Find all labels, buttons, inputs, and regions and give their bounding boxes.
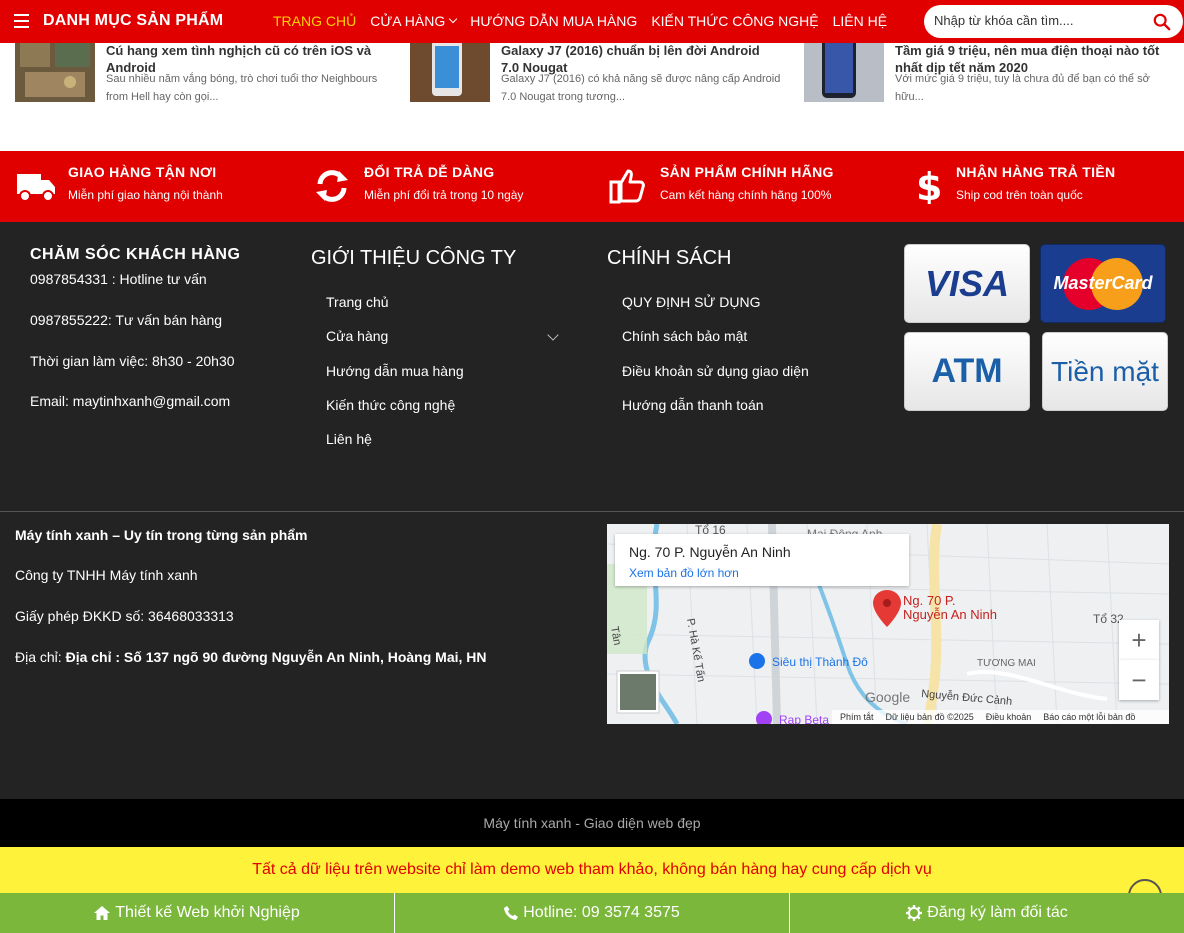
- service-delivery: GIAO HÀNG TẬN NƠI Miễn phí giao hàng nội…: [0, 151, 296, 222]
- search-box: [924, 5, 1183, 38]
- footer-link-home[interactable]: Trang chủ: [326, 294, 389, 310]
- company-intro-title: GIỚI THIỆU CÔNG TY: [311, 247, 517, 269]
- svg-text:Nguyễn An Ninh: Nguyễn An Ninh: [903, 607, 997, 622]
- news-excerpt: Galaxy J7 (2016) có khả năng sẽ được nân…: [501, 73, 781, 103]
- footer-link-privacy[interactable]: Chính sách bảo mật: [622, 328, 747, 344]
- svg-text:$: $: [916, 168, 942, 204]
- nav-store[interactable]: CỬA HÀNG: [370, 13, 458, 29]
- copyright-bar: Máy tính xanh - Giao diện web đẹp: [0, 799, 1184, 847]
- search-input[interactable]: [934, 13, 1144, 28]
- map-info-card: Ng. 70 P. Nguyễn An Ninh Xem bản đồ lớn …: [615, 534, 909, 586]
- nav-tech-knowledge[interactable]: KIẾN THỨC CÔNG NGHỆ: [651, 13, 818, 29]
- email-text: Email: maytinhxanh@gmail.com: [30, 393, 231, 409]
- map-footer: Phím tắt Dữ liệu bản đồ ©2025 Điều khoản…: [832, 710, 1169, 724]
- service-title: SẢN PHẨM CHÍNH HÃNG: [660, 164, 834, 180]
- zoom-out-button[interactable]: −: [1119, 660, 1159, 700]
- license-text: Giấy phép ĐKKD số: 36468033313: [15, 608, 234, 624]
- footer-link-terms-of-use[interactable]: QUY ĐỊNH SỬ DỤNG: [622, 294, 761, 310]
- company-name-text: Công ty TNHH Máy tính xanh: [15, 567, 198, 583]
- top-navbar: DANH MỤC SẢN PHẨM TRANG CHỦ CỬA HÀNG HƯỚ…: [0, 0, 1184, 43]
- service-subtitle: Ship cod trên toàn quốc: [956, 188, 1083, 202]
- footer-divider: [0, 511, 1184, 512]
- news-item[interactable]: Cú hang xem tình nghịch cũ có trên iOS v…: [15, 32, 395, 107]
- address-text: Địa chỉ: Địa chỉ : Số 137 ngõ 90 đường N…: [15, 649, 487, 665]
- related-news: Cú hang xem tình nghịch cũ có trên iOS v…: [0, 32, 1184, 112]
- footer: CHĂM SÓC KHÁCH HÀNG 0987854331 : Hotline…: [0, 222, 1184, 799]
- map-terms-link[interactable]: Điều khoản: [986, 712, 1032, 722]
- main-nav: TRANG CHỦ CỬA HÀNG HƯỚNG DẪN MUA HÀNG KI…: [273, 13, 901, 29]
- partner-register-button[interactable]: Đăng ký làm đối tác: [790, 893, 1184, 933]
- hotline-button[interactable]: Hotline: 09 3574 3575: [395, 893, 790, 933]
- hotline-text: 0987854331 : Hotline tư vấn: [30, 271, 207, 287]
- map-place-title: Ng. 70 P. Nguyễn An Ninh: [629, 544, 791, 560]
- slogan-text: Máy tính xanh – Uy tín trong từng sản ph…: [15, 527, 308, 543]
- nav-buying-guide[interactable]: HƯỚNG DẪN MUA HÀNG: [470, 13, 637, 29]
- keyboard-shortcuts-link[interactable]: Phím tắt: [840, 712, 874, 722]
- service-title: ĐỔI TRẢ DỄ DÀNG: [364, 164, 495, 180]
- service-bar: GIAO HÀNG TẬN NƠI Miễn phí giao hàng nội…: [0, 151, 1184, 222]
- policy-title: CHÍNH SÁCH: [607, 247, 732, 269]
- service-returns: ĐỔI TRẢ DỄ DÀNG Miễn phí đổi trả trong 1…: [296, 151, 592, 222]
- svg-text:TƯƠNG MAI: TƯƠNG MAI: [977, 658, 1036, 669]
- sales-phone-text: 0987855222: Tư vấn bán hàng: [30, 312, 223, 328]
- service-title: GIAO HÀNG TẬN NƠI: [68, 164, 217, 180]
- svg-text:Ng. 70 P.: Ng. 70 P.: [903, 593, 956, 608]
- gear-icon: [906, 905, 923, 921]
- nav-home[interactable]: TRANG CHỦ: [273, 13, 356, 29]
- news-excerpt: Với mức giá 9 triệu, tuy là chưa đủ để b…: [895, 73, 1150, 103]
- service-subtitle: Cam kết hàng chính hãng 100%: [660, 188, 832, 202]
- phone-icon: [504, 906, 519, 920]
- service-title: NHẬN HÀNG TRẢ TIỀN: [956, 164, 1116, 180]
- thumbs-up-icon: [609, 169, 645, 204]
- atm-card-logo: ATM: [904, 332, 1030, 411]
- home-icon: [94, 906, 111, 920]
- truck-icon: [17, 174, 55, 202]
- news-item[interactable]: Galaxy J7 (2016) chuẩn bị lên đời Androi…: [410, 32, 790, 107]
- footer-link-store[interactable]: Cửa hàng: [326, 328, 388, 344]
- svg-text:Rạp Beta: Rạp Beta: [779, 713, 829, 724]
- visa-card-logo: VISA: [904, 244, 1030, 323]
- nav-contact[interactable]: LIÊN HỆ: [833, 13, 887, 29]
- menu-icon[interactable]: [14, 14, 29, 28]
- customer-care-title: CHĂM SÓC KHÁCH HÀNG: [30, 246, 241, 263]
- cash-logo: Tiền mặt: [1042, 332, 1168, 411]
- cta-bar: Thiết kế Web khởi Nghiệp Hotline: 09 357…: [0, 893, 1184, 933]
- refresh-icon: [316, 170, 348, 202]
- view-larger-map-link[interactable]: Xem bản đồ lớn hơn: [629, 566, 739, 580]
- dollar-icon: $: [916, 168, 942, 204]
- service-subtitle: Miễn phí đổi trả trong 10 ngày: [364, 188, 524, 202]
- footer-link-tech[interactable]: Kiến thức công nghệ: [326, 397, 455, 413]
- search-icon[interactable]: [1153, 13, 1171, 31]
- chevron-down-icon: [448, 14, 458, 24]
- working-hours-text: Thời gian làm việc: 8h30 - 20h30: [30, 353, 235, 369]
- google-map[interactable]: Mai Động Anh Tổ 16 Tổ 32 TƯƠNG MAI Nguyễ…: [607, 524, 1169, 724]
- demo-notice-bar: Tất cả dữ liệu trên website chỉ làm demo…: [0, 847, 1184, 893]
- footer-link-payment-guide[interactable]: Hướng dẫn thanh toán: [622, 397, 764, 413]
- svg-text:Google: Google: [865, 689, 910, 705]
- zoom-in-button[interactable]: +: [1119, 620, 1159, 660]
- map-data-text: Dữ liệu bản đồ ©2025: [885, 712, 974, 722]
- chevron-down-icon[interactable]: [547, 329, 559, 341]
- service-cod: $ NHẬN HÀNG TRẢ TIỀN Ship cod trên toàn …: [888, 151, 1184, 222]
- footer-link-contact[interactable]: Liên hệ: [326, 431, 372, 447]
- svg-text:Siêu thị Thành Đô: Siêu thị Thành Đô: [772, 655, 868, 669]
- category-menu-title[interactable]: DANH MỤC SẢN PHẨM: [43, 12, 223, 30]
- news-excerpt: Sau nhiều năm vắng bóng, trò chơi tuổi t…: [106, 73, 378, 103]
- startup-web-design-button[interactable]: Thiết kế Web khởi Nghiệp: [0, 893, 395, 933]
- service-genuine: SẢN PHẨM CHÍNH HÃNG Cam kết hàng chính h…: [592, 151, 888, 222]
- news-item[interactable]: Tầm giá 9 triệu, nên mua điện thoại nào …: [804, 32, 1184, 107]
- report-map-error-link[interactable]: Báo cáo một lỗi bản đồ: [1043, 712, 1135, 722]
- footer-link-ui-terms[interactable]: Điều khoản sử dụng giao diện: [622, 363, 809, 379]
- service-subtitle: Miễn phí giao hàng nội thành: [68, 188, 223, 202]
- footer-link-buying-guide[interactable]: Hướng dẫn mua hàng: [326, 363, 464, 379]
- mastercard-logo: MasterCard: [1040, 244, 1166, 323]
